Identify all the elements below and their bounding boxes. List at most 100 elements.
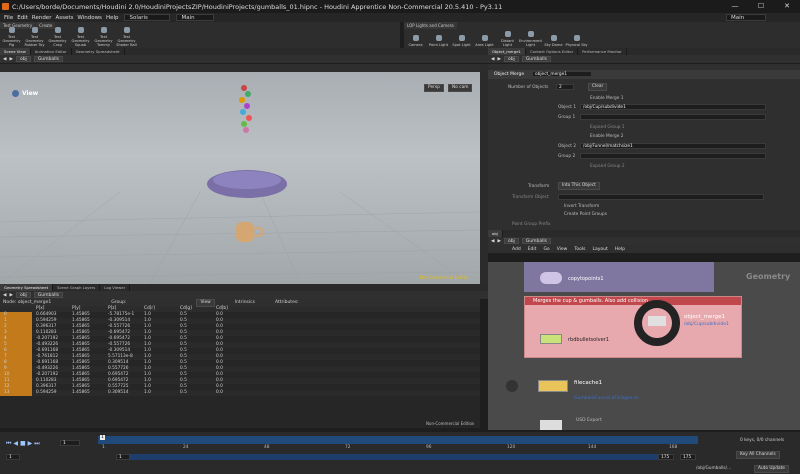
tab-object-merge[interactable]: Object_merge1 bbox=[488, 48, 526, 55]
gumballs-stream bbox=[239, 85, 252, 133]
path-node[interactable]: Gumballs bbox=[33, 56, 63, 62]
transform-object-field[interactable] bbox=[558, 194, 764, 200]
tab-geometry-spreadsheet[interactable]: Geometry Spreadsheet bbox=[72, 48, 125, 55]
range-end[interactable]: 175 bbox=[658, 454, 674, 460]
path-obj-2[interactable]: obj bbox=[15, 292, 31, 298]
menu-help[interactable]: Help bbox=[106, 15, 119, 21]
range-end-2[interactable]: 175 bbox=[680, 454, 696, 460]
tool-test-shader-ball[interactable]: Test Geometry Shader Ball bbox=[115, 27, 138, 47]
back-icon-2[interactable]: ◀ bbox=[3, 293, 6, 298]
menu-edit[interactable]: Edit bbox=[17, 15, 28, 21]
net-menu-edit[interactable]: Edit bbox=[528, 247, 537, 252]
viewport[interactable]: View Persp No cam Non-Commercial Edition bbox=[0, 72, 480, 284]
forward-icon[interactable]: ▶ bbox=[9, 57, 12, 62]
tab-context-options[interactable]: Context Options Editor bbox=[526, 48, 579, 55]
clear-button[interactable]: Clear bbox=[588, 83, 608, 91]
current-frame-marker[interactable]: 1 bbox=[100, 435, 105, 440]
object2-field[interactable]: /obj/Funnel/matchsize1 bbox=[580, 143, 766, 149]
menu-assets[interactable]: Assets bbox=[55, 15, 73, 21]
group2-field[interactable] bbox=[580, 153, 766, 159]
net-menu-help[interactable]: Help bbox=[615, 247, 625, 252]
tool-spot-light[interactable]: Spot Light bbox=[450, 35, 473, 47]
back-icon-3[interactable]: ◀ bbox=[491, 57, 494, 62]
num-objects-field[interactable]: 2 bbox=[556, 84, 574, 90]
tool-test-rubber-toy[interactable]: Test Geometry Rubber Toy bbox=[23, 27, 46, 47]
menu-windows[interactable]: Windows bbox=[77, 15, 102, 21]
maximize-button[interactable]: ☐ bbox=[748, 0, 774, 13]
tab-scene-graph-layers[interactable]: Scene Graph Layers bbox=[53, 284, 101, 291]
param-path-obj[interactable]: obj bbox=[503, 56, 519, 62]
tab-scene-view[interactable]: Scene View bbox=[0, 48, 31, 55]
back-icon[interactable]: ◀ bbox=[3, 57, 6, 62]
menu-file[interactable]: File bbox=[4, 15, 13, 21]
tool-area-light[interactable]: Area Light bbox=[473, 35, 496, 47]
tool-point-light[interactable]: Point Light bbox=[427, 35, 450, 47]
tool-physical-sky[interactable]: Physical Sky bbox=[565, 35, 588, 47]
desktop-select-3[interactable]: Main bbox=[726, 14, 766, 21]
tool-test-crag[interactable]: Test Geometry Crag bbox=[46, 27, 69, 47]
menu-render[interactable]: Render bbox=[32, 15, 52, 21]
shelf-tab-lop-lights[interactable]: LOP Lights and Camera bbox=[404, 22, 457, 29]
network-editor[interactable]: Geometry copytopoints1 Merges the cup & … bbox=[488, 262, 800, 430]
copytopoints-icon bbox=[540, 272, 562, 284]
desktop-select-2[interactable]: Main bbox=[176, 14, 215, 21]
path-obj[interactable]: obj bbox=[15, 56, 31, 62]
forward-icon-3[interactable]: ▶ bbox=[497, 57, 500, 62]
view-button[interactable]: View bbox=[196, 298, 215, 307]
tool-sky-dome[interactable]: Sky Dome bbox=[542, 35, 565, 47]
range-start-2[interactable]: 1 bbox=[116, 454, 130, 460]
cache-info-icon[interactable] bbox=[506, 380, 518, 392]
auto-update-button[interactable]: Auto Update bbox=[754, 465, 789, 473]
tool-environment-light[interactable]: Environment Light bbox=[519, 31, 542, 47]
group1-field[interactable] bbox=[580, 114, 766, 120]
range-start[interactable]: 1 bbox=[6, 454, 20, 460]
invert-transform[interactable]: Invert Transform bbox=[564, 204, 599, 209]
forward-icon-4[interactable]: ▶ bbox=[497, 239, 500, 244]
object1-field[interactable]: /obj/Cup/subdivide1 bbox=[580, 104, 766, 110]
play-controls[interactable]: ⏮◀■▶⏭ bbox=[6, 440, 42, 448]
node-field: Node: object_merge1 bbox=[3, 300, 52, 305]
tab-geometry-spreadsheet-2[interactable]: Geometry Spreadsheet bbox=[0, 284, 54, 291]
net-menu-view[interactable]: View bbox=[557, 247, 568, 252]
param-path-node[interactable]: Gumballs bbox=[521, 56, 551, 62]
expand-group-2[interactable]: Expand Group 2 bbox=[590, 164, 625, 169]
tab-performance-monitor[interactable]: Performance Monitor bbox=[578, 48, 627, 55]
net-menu-add[interactable]: Add bbox=[512, 247, 521, 252]
frame-track[interactable] bbox=[98, 436, 698, 444]
create-point-groups[interactable]: Create Point Groups bbox=[564, 212, 607, 217]
squab-icon bbox=[77, 27, 84, 33]
back-icon-4[interactable]: ◀ bbox=[491, 239, 494, 244]
key-all-channels[interactable]: Key All Channels bbox=[736, 451, 780, 459]
close-button[interactable]: ✕ bbox=[774, 0, 800, 13]
tool-test-squab[interactable]: Test Geometry Squab bbox=[69, 27, 92, 47]
network-path-obj[interactable]: obj bbox=[503, 238, 519, 244]
viewer-side-toolbar[interactable] bbox=[480, 72, 488, 284]
minimize-button[interactable]: — bbox=[722, 0, 748, 13]
intrinsics-label[interactable]: Intrinsics bbox=[235, 300, 255, 305]
desktop-select[interactable]: Solaris bbox=[124, 14, 171, 21]
tool-test-pig[interactable]: Test Geometry Pig bbox=[0, 27, 23, 47]
expand-group-1[interactable]: Expand Group 1 bbox=[590, 125, 625, 130]
tab-log-viewer[interactable]: Log Viewer bbox=[100, 284, 131, 291]
spot-light-icon bbox=[458, 35, 465, 41]
tab-network[interactable]: obj bbox=[488, 230, 503, 237]
network-path-node[interactable]: Gumballs bbox=[521, 238, 551, 244]
net-menu-tools[interactable]: Tools bbox=[574, 247, 585, 252]
persp-menu[interactable]: Persp bbox=[424, 84, 444, 92]
tool-test-tommy[interactable]: Test Geometry Tommy bbox=[92, 27, 115, 47]
tool-camera[interactable]: Camera bbox=[404, 35, 427, 47]
path-node-2[interactable]: Gumballs bbox=[33, 292, 63, 298]
view-menu-icon[interactable] bbox=[12, 90, 19, 97]
camera-menu[interactable]: No cam bbox=[448, 84, 473, 92]
net-menu-go[interactable]: Go bbox=[543, 247, 549, 252]
transform-menu[interactable]: Into This Object bbox=[558, 182, 600, 190]
range-track[interactable] bbox=[120, 454, 670, 460]
node-name-field[interactable]: object_merge1 bbox=[532, 71, 592, 77]
frame-field[interactable]: 1 bbox=[60, 440, 80, 446]
tool-distant-light[interactable]: Distant Light bbox=[496, 31, 519, 47]
tab-animation-editor[interactable]: Animation Editor bbox=[31, 48, 72, 55]
forward-icon-2[interactable]: ▶ bbox=[9, 293, 12, 298]
enable-merge-1[interactable]: Enable Merge 1 bbox=[590, 96, 624, 101]
enable-merge-2[interactable]: Enable Merge 2 bbox=[590, 134, 624, 139]
net-menu-layout[interactable]: Layout bbox=[592, 247, 607, 252]
